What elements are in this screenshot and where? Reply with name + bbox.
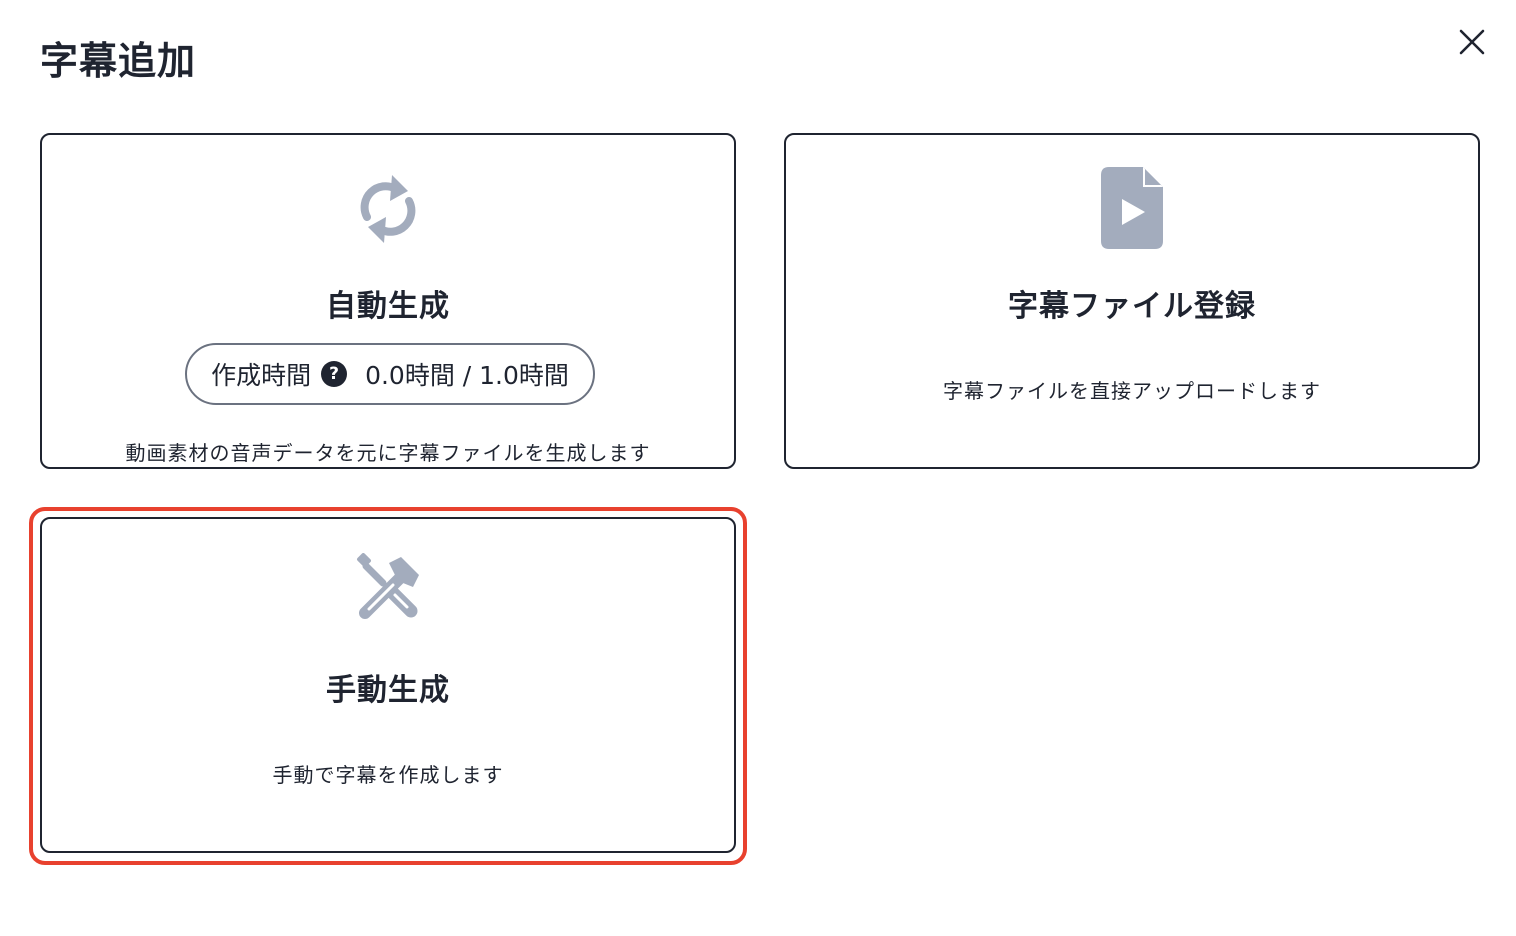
generation-time-label: 作成時間 xyxy=(211,361,312,390)
tools-icon xyxy=(357,553,419,619)
question-circle-icon[interactable]: ? xyxy=(321,361,348,387)
subtitle-file-description: 字幕ファイルを直接アップロードします xyxy=(943,379,1321,403)
auto-generate-title: 自動生成 xyxy=(326,289,450,324)
manual-generate-description: 手動で字幕を作成します xyxy=(272,763,504,787)
generation-time-value: 0.0時間 / 1.0時間 xyxy=(365,361,569,390)
manual-generate-title: 手動生成 xyxy=(326,673,450,708)
auto-generate-card[interactable]: 自動生成 作成時間 ? 0.0時間 / 1.0時間 動画素材の音声データを元に字… xyxy=(40,133,736,469)
close-icon[interactable] xyxy=(1458,28,1486,56)
dialog-title: 字幕追加 xyxy=(40,39,197,83)
close-button[interactable] xyxy=(1450,20,1494,64)
subtitle-file-card[interactable]: 字幕ファイル登録 字幕ファイルを直接アップロードします xyxy=(784,133,1480,469)
generation-time-pill: 作成時間 ? 0.0時間 / 1.0時間 xyxy=(185,343,595,405)
refresh-icon xyxy=(360,175,416,243)
manual-generate-card[interactable]: 手動生成 手動で字幕を作成します xyxy=(40,517,736,853)
auto-generate-description: 動画素材の音声データを元に字幕ファイルを生成します xyxy=(125,441,651,465)
file-video-icon xyxy=(1101,167,1163,249)
subtitle-file-title: 字幕ファイル登録 xyxy=(1008,289,1256,324)
